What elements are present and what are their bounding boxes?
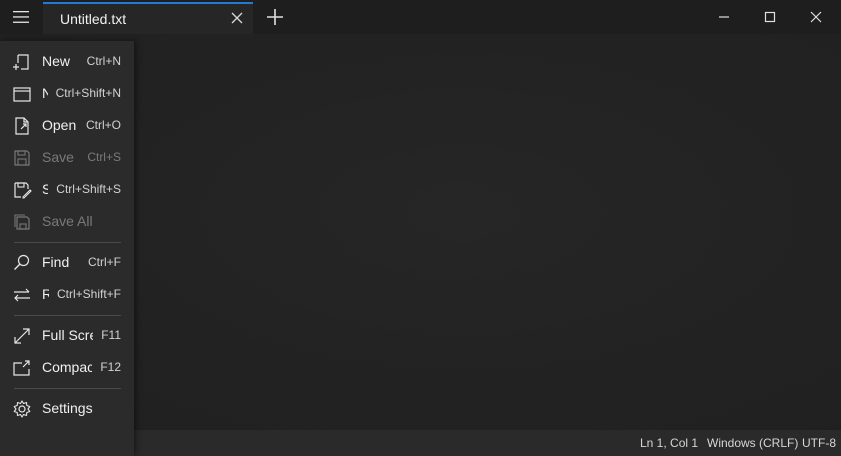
minimize-button[interactable] (713, 6, 735, 28)
save-icon (14, 150, 30, 166)
search-icon (14, 254, 30, 270)
tab-close-button[interactable] (229, 10, 245, 26)
menu-item-label: Replace (42, 286, 49, 302)
minimize-icon (719, 16, 729, 18)
menu-item-shortcut: Ctrl+N (84, 54, 121, 68)
menu-item-shortcut: Ctrl+O (83, 118, 121, 132)
hamburger-icon (13, 11, 29, 23)
compact-overlay-icon (13, 360, 30, 376)
new-window-icon (13, 87, 31, 102)
tab-untitled[interactable]: Untitled.txt (43, 2, 253, 34)
menu-item-shortcut: Ctrl+Shift+S (54, 182, 121, 196)
menu-item-label: Save As (42, 181, 48, 197)
menu-item-compact-overlay[interactable]: Compact Overlay F12 (0, 351, 134, 383)
menu-item-label: Open (42, 117, 77, 133)
gear-icon (13, 400, 31, 418)
menu-item-shortcut: Ctrl+Shift+N (53, 86, 121, 100)
menu-item-shortcut: F12 (98, 360, 121, 374)
menu-item-shortcut: Ctrl+F (86, 255, 121, 269)
add-tab-button[interactable] (262, 5, 288, 29)
line-ending-indicator[interactable]: Windows (CRLF) (707, 436, 798, 450)
hamburger-menu-button[interactable] (0, 0, 42, 34)
menu-item-save-all[interactable]: Save All (0, 205, 134, 237)
save-as-icon (14, 182, 32, 199)
title-bar: Untitled.txt (0, 0, 841, 34)
plus-icon (267, 9, 283, 25)
tab-title: Untitled.txt (60, 11, 127, 27)
menu-item-shortcut: F11 (99, 328, 121, 342)
new-file-icon (13, 54, 29, 70)
fullscreen-icon (14, 328, 30, 344)
maximize-icon (764, 11, 776, 23)
menu-item-save-as[interactable]: Save As Ctrl+Shift+S (0, 173, 134, 205)
close-window-button[interactable] (805, 6, 827, 28)
close-icon (231, 12, 243, 24)
menu-item-label: Full Screen (42, 327, 93, 343)
menu-item-new-window[interactable]: New Window Ctrl+Shift+N (0, 77, 134, 109)
menu-item-replace[interactable]: Replace Ctrl+Shift+F (0, 278, 134, 310)
menu-separator (14, 388, 121, 389)
menu-item-label: Save All (42, 213, 93, 229)
menu-item-label: Find (42, 254, 70, 270)
menu-item-label: Settings (42, 400, 93, 416)
menu-item-label: New Window (42, 85, 48, 101)
encoding-indicator[interactable]: UTF-8 (802, 436, 836, 450)
open-file-icon (15, 117, 29, 135)
menu-separator (14, 315, 121, 316)
close-window-icon (810, 11, 822, 23)
menu-item-full-screen[interactable]: Full Screen F11 (0, 319, 134, 351)
menu-item-label: New (42, 53, 71, 69)
menu-item-shortcut: Ctrl+Shift+F (54, 287, 121, 301)
menu-item-new[interactable]: New Ctrl+N (0, 45, 134, 77)
menu-item-find[interactable]: Find Ctrl+F (0, 246, 134, 278)
menu-item-label: Save (42, 149, 74, 165)
menu-item-open[interactable]: Open Ctrl+O (0, 109, 134, 141)
menu-separator (14, 242, 121, 243)
replace-icon (14, 288, 30, 302)
menu-item-shortcut: Ctrl+S (85, 150, 121, 164)
save-all-icon (14, 214, 30, 230)
main-menu-flyout: New Ctrl+N New Window Ctrl+Shift+N Open … (0, 41, 134, 456)
menu-item-save[interactable]: Save Ctrl+S (0, 141, 134, 173)
cursor-position[interactable]: Ln 1, Col 1 (640, 436, 698, 450)
maximize-button[interactable] (759, 6, 781, 28)
menu-item-settings[interactable]: Settings (0, 392, 134, 424)
menu-item-label: Compact Overlay (42, 359, 92, 375)
